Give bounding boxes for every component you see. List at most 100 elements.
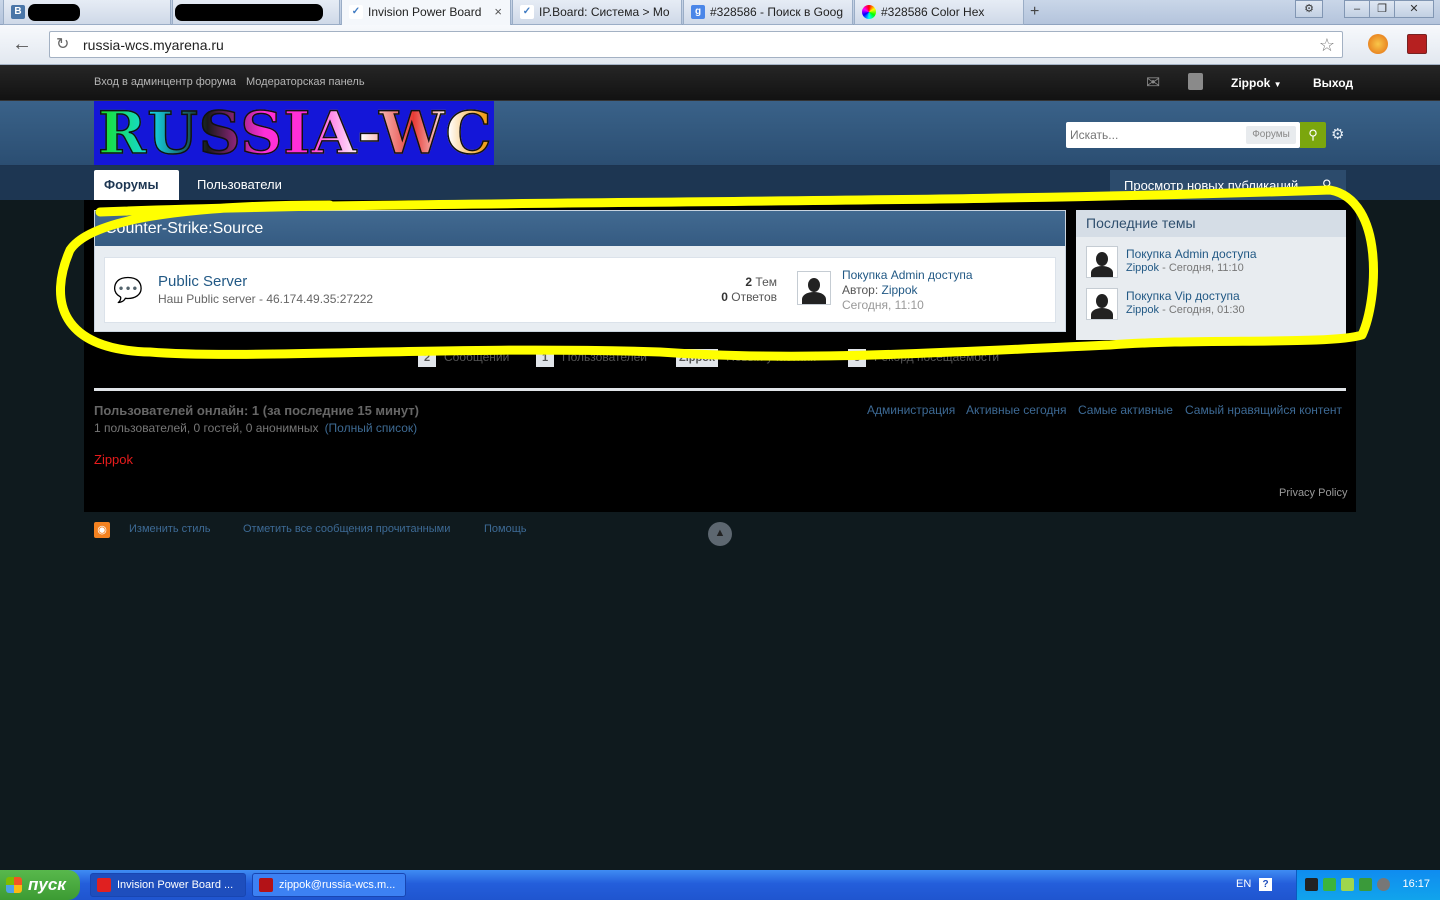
clover-icon[interactable] — [1359, 878, 1372, 891]
address-bar[interactable]: russia-wcs.myarena.ru ☆ — [49, 31, 1343, 58]
topics-label: Тем — [755, 275, 777, 289]
search-input[interactable] — [1066, 122, 1246, 148]
view-new-content-button[interactable]: Просмотр новых публикаций — [1110, 170, 1346, 200]
stat-label: Рекорд посещаемости — [874, 350, 1000, 364]
task-label: Invision Power Board ... — [117, 879, 234, 891]
author-link[interactable]: Zippok — [882, 283, 918, 297]
user-menu[interactable]: Zippok ▼ — [1231, 76, 1282, 90]
security-shield-icon[interactable] — [1377, 878, 1390, 891]
back-to-top-icon[interactable]: ▲ — [708, 522, 732, 546]
search-options-gear-icon[interactable]: ⚙ — [1331, 125, 1344, 143]
admin-cp-link[interactable]: Вход в админцентр форума — [94, 76, 236, 88]
topic-avatar[interactable] — [1086, 288, 1118, 320]
online-users-summary: 1 пользователей, 0 гостей, 0 анонимных (П… — [94, 421, 417, 435]
author-label: Автор: — [842, 283, 879, 297]
change-skin-link[interactable]: Изменить стиль — [129, 523, 211, 535]
tab-members[interactable]: Пользователи — [187, 170, 292, 200]
browser-tab-colorhex[interactable]: #328586 Color Hex — [854, 0, 1024, 25]
new-content-label: Просмотр новых публикаций — [1124, 178, 1299, 193]
system-clock[interactable]: 16:17 — [1402, 878, 1430, 890]
recent-topic-link[interactable]: Покупка Vip доступа — [1126, 289, 1240, 303]
online-user-link[interactable]: Zippok — [94, 452, 133, 467]
minimize-icon[interactable]: – — [1344, 0, 1370, 18]
search-box: Форумы — [1066, 122, 1300, 148]
last-poster-avatar[interactable] — [797, 271, 831, 305]
privacy-policy-link[interactable]: Privacy Policy — [1279, 487, 1347, 499]
recent-topic-link[interactable]: Покупка Admin доступа — [1126, 247, 1257, 261]
browser-tab-vk[interactable]: B — [3, 0, 171, 25]
category-title[interactable]: Counter-Strike:Source — [95, 211, 1065, 246]
staff-link[interactable]: Администрация — [867, 403, 955, 417]
replies-label: Ответов — [731, 290, 777, 304]
mark-all-read-link[interactable]: Отметить все сообщения прочитанными — [243, 523, 450, 535]
stat-value[interactable]: Zippok — [676, 349, 719, 367]
top-posters-link[interactable]: Самые активные — [1078, 403, 1173, 417]
logout-link[interactable]: Выход — [1313, 76, 1353, 90]
vk-icon: B — [11, 5, 25, 19]
topic-avatar[interactable] — [1086, 246, 1118, 278]
recent-topic-author[interactable]: Zippok — [1126, 262, 1159, 274]
download-arrow-icon[interactable] — [1323, 878, 1336, 891]
help-icon[interactable]: ? — [1259, 878, 1272, 891]
site-logo[interactable]: RUSSIA-WCS — [94, 101, 494, 165]
mod-panel-link[interactable]: Модераторская панель — [246, 76, 365, 88]
inbox-envelope-icon[interactable]: ✉ — [1146, 73, 1160, 93]
last-post-title-link[interactable]: Покупка Admin доступа — [842, 268, 973, 282]
tab-forums[interactable]: Форумы — [94, 170, 179, 200]
sidebar-title: Последние темы — [1076, 210, 1346, 237]
windows-logo-icon — [6, 877, 22, 893]
topics-count: 2 — [745, 275, 753, 289]
forum-userbar: Вход в админцентр форума Модераторская п… — [0, 65, 1440, 101]
ipb-icon: ✓ — [520, 5, 534, 19]
new-tab-button[interactable]: + — [1030, 3, 1039, 21]
last-post-author: Автор: Zippok — [842, 283, 918, 297]
steam-icon[interactable] — [1305, 878, 1318, 891]
rss-icon[interactable]: ◉ — [94, 522, 110, 538]
recent-topic-meta: Zippok - Сегодня, 11:10 — [1126, 262, 1244, 274]
active-today-link[interactable]: Активные сегодня — [966, 403, 1067, 417]
close-tab-icon[interactable]: × — [494, 4, 502, 19]
recent-topic-author[interactable]: Zippok — [1126, 304, 1159, 316]
full-list-link[interactable]: (Полный список) — [325, 421, 418, 435]
browser-tab-ipboard-system[interactable]: ✓ IP.Board: Система > Mo — [512, 0, 682, 25]
map-pin-icon[interactable]: ⚲ — [1322, 177, 1332, 193]
back-arrow-icon[interactable]: ← — [12, 33, 32, 55]
tray-app-icon[interactable] — [1341, 878, 1354, 891]
extension-icon[interactable] — [1368, 34, 1388, 54]
stat-record: 3 Рекорд посещаемости — [848, 349, 999, 367]
most-liked-link[interactable]: Самый нравящийся контент — [1185, 403, 1342, 417]
yandex-browser-icon — [97, 878, 111, 892]
replies-stat: 0 Ответов — [627, 290, 777, 304]
online-counts: 1 пользователей, 0 гостей, 0 анонимных — [94, 421, 319, 435]
notifications-icon[interactable] — [1188, 73, 1203, 90]
chevron-down-icon: ▼ — [1273, 80, 1282, 89]
search-button[interactable]: ⚲ — [1300, 122, 1326, 148]
stat-value: 2 — [418, 349, 436, 367]
browser-tab-invision[interactable]: ✓ Invision Power Board × — [341, 0, 511, 26]
online-users-title: Пользователей онлайн: 1 (за последние 15… — [94, 403, 419, 418]
stat-value: 1 — [536, 349, 554, 367]
taskbar-item-filezilla[interactable]: zippok@russia-wcs.m... — [252, 873, 406, 897]
bookmark-star-icon[interactable]: ☆ — [1319, 35, 1335, 56]
forum-header: RUSSIA-WCS Форумы ⚲ ⚙ — [0, 101, 1440, 166]
settings-gear-icon[interactable]: ⚙ — [1295, 0, 1323, 18]
browser-tab-strip: B ✓ Invision Power Board × ✓ IP.Board: С… — [0, 0, 1440, 26]
forum-title-link[interactable]: Public Server — [158, 273, 247, 290]
stat-label: Сообщений — [444, 350, 510, 364]
start-button[interactable]: пуск — [0, 870, 80, 900]
stat-posts: 2 Сообщений — [418, 349, 509, 367]
start-label: пуск — [28, 875, 66, 894]
help-link[interactable]: Помощь — [484, 523, 527, 535]
username: Zippok — [1231, 76, 1271, 90]
tab-label: IP.Board: Система > Mo — [539, 5, 670, 19]
browser-tab-redacted[interactable] — [172, 0, 340, 25]
browser-tab-google-search[interactable]: g #328586 - Поиск в Goog — [683, 0, 853, 25]
search-scope-select[interactable]: Форумы — [1246, 126, 1296, 144]
taskbar-item-browser[interactable]: Invision Power Board ... — [90, 873, 246, 897]
restore-icon[interactable]: ❐ — [1369, 0, 1395, 18]
stat-newest-member: Zippok Новый участник — [676, 349, 815, 367]
reload-icon[interactable]: ↻ — [56, 34, 69, 54]
close-window-icon[interactable]: ✕ — [1394, 0, 1434, 18]
language-indicator[interactable]: EN — [1236, 878, 1251, 890]
profile-avatar-icon[interactable] — [1407, 34, 1427, 54]
